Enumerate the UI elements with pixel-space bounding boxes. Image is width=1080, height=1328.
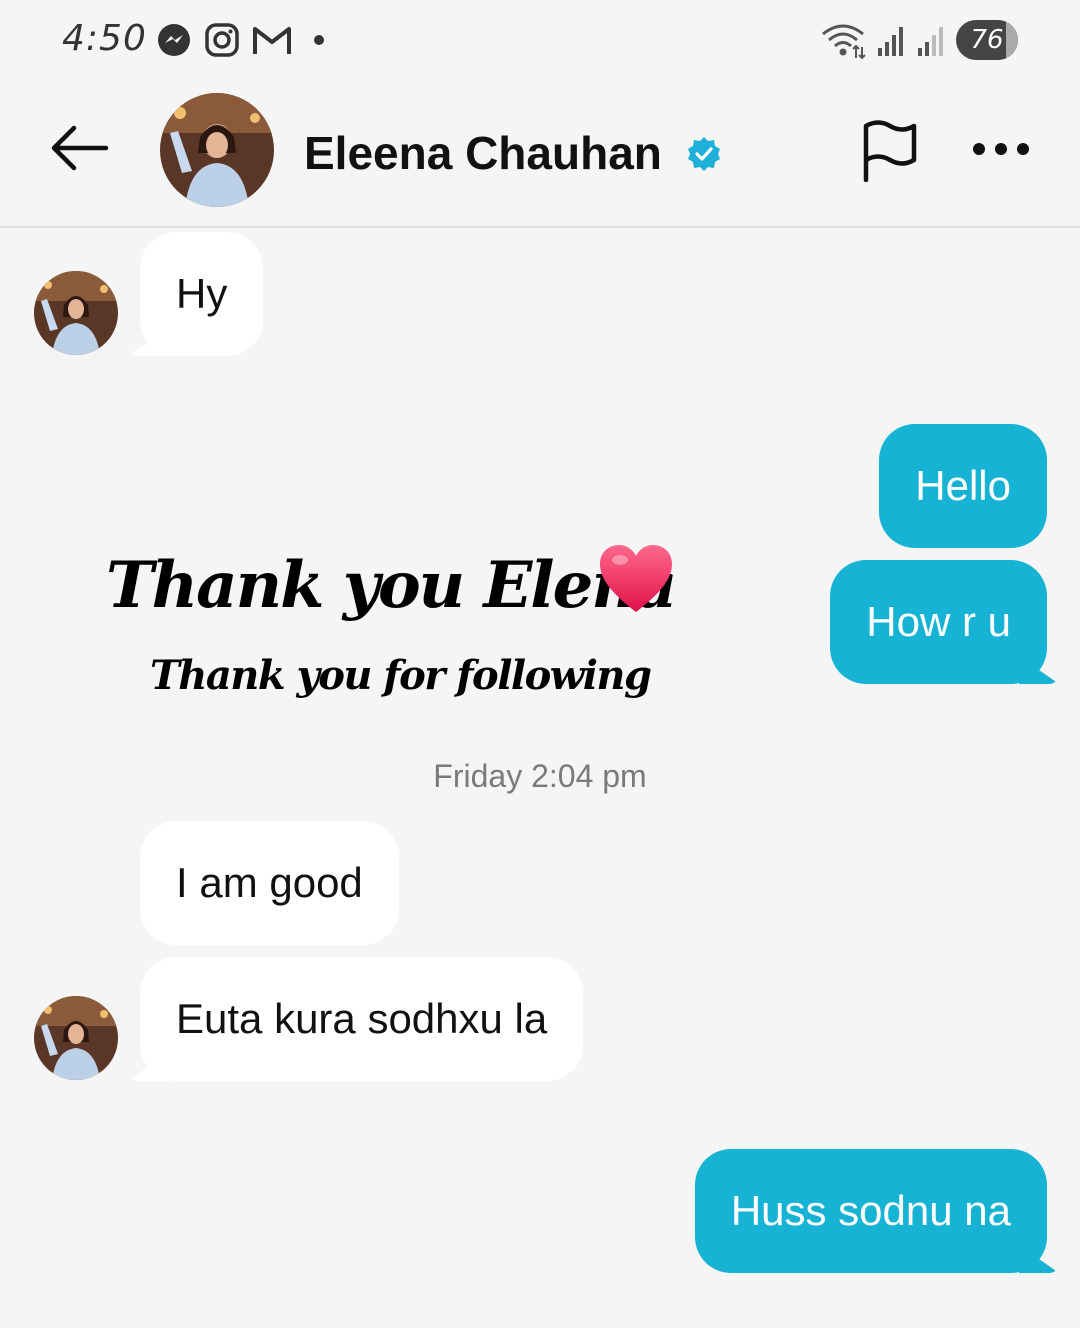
avatar[interactable] — [160, 93, 274, 207]
message-bubble-outgoing[interactable]: Hello — [879, 424, 1047, 548]
overlay-subtitle: Thank you for following — [150, 652, 652, 699]
message-text: Hy — [176, 270, 228, 317]
message-text: I am good — [176, 859, 363, 906]
messenger-icon — [158, 24, 190, 56]
flag-icon — [863, 120, 917, 182]
system-icons: 76 — [820, 18, 1018, 62]
message-bubble-incoming[interactable]: Euta kura sodhxu la — [140, 957, 584, 1081]
heart-icon — [600, 545, 672, 612]
message-text: How r u — [866, 598, 1011, 645]
overlay-title: Thank you Elena — [106, 548, 677, 623]
avatar[interactable] — [34, 271, 118, 355]
message-bubble-incoming[interactable]: I am good — [140, 821, 399, 945]
notification-dot-icon — [314, 35, 324, 45]
more-options-button[interactable] — [966, 124, 1036, 174]
message-text: Hello — [915, 462, 1011, 509]
wifi-icon — [822, 24, 866, 60]
battery-empty-fill — [1006, 20, 1018, 60]
message-text: Huss sodnu na — [730, 1187, 1011, 1234]
signal-icon — [878, 27, 903, 56]
message-bubble-incoming[interactable]: Hy — [140, 232, 264, 356]
message-timestamp: Friday 2:04 pm — [433, 758, 647, 794]
gmail-icon — [253, 27, 291, 54]
back-arrow-icon — [51, 125, 109, 171]
more-icon — [973, 143, 1029, 155]
battery-level: 76 — [970, 25, 1004, 55]
message-bubble-outgoing[interactable]: How r u — [830, 560, 1047, 684]
notification-icons — [156, 20, 334, 60]
message-text: Euta kura sodhxu la — [176, 995, 548, 1042]
status-bar: 4:50 76 — [0, 0, 1080, 80]
instagram-icon — [205, 23, 239, 57]
battery-indicator: 76 — [956, 20, 1018, 60]
signal-icon — [918, 27, 943, 56]
contact-name[interactable]: Eleena Chauhan — [304, 126, 662, 180]
status-time: 4:50 — [62, 18, 147, 59]
chat-header: Eleena Chauhan — [0, 80, 1080, 228]
message-bubble-outgoing[interactable]: Huss sodnu na — [694, 1149, 1047, 1273]
avatar[interactable] — [34, 996, 118, 1080]
verified-badge-icon — [688, 137, 720, 171]
report-button[interactable] — [856, 118, 922, 184]
back-button[interactable] — [44, 118, 114, 178]
